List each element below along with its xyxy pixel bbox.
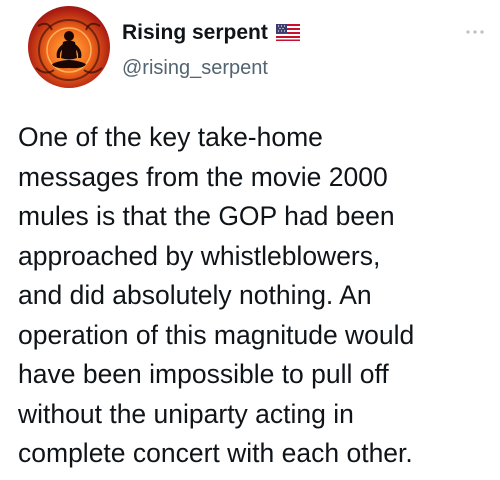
user-handle[interactable]: @rising_serpent (122, 58, 268, 78)
user-name-row: Rising serpent (122, 22, 300, 43)
us-flag-icon (275, 24, 300, 41)
meditating-figure-icon (35, 19, 103, 81)
tweet-text: One of the key take-home messages from t… (18, 122, 415, 468)
more-options-icon[interactable] (464, 24, 486, 34)
display-name[interactable]: Rising serpent (122, 22, 268, 43)
tweet-card: Rising serpent @rising_serpent One of th… (0, 0, 500, 480)
avatar[interactable] (28, 6, 110, 88)
